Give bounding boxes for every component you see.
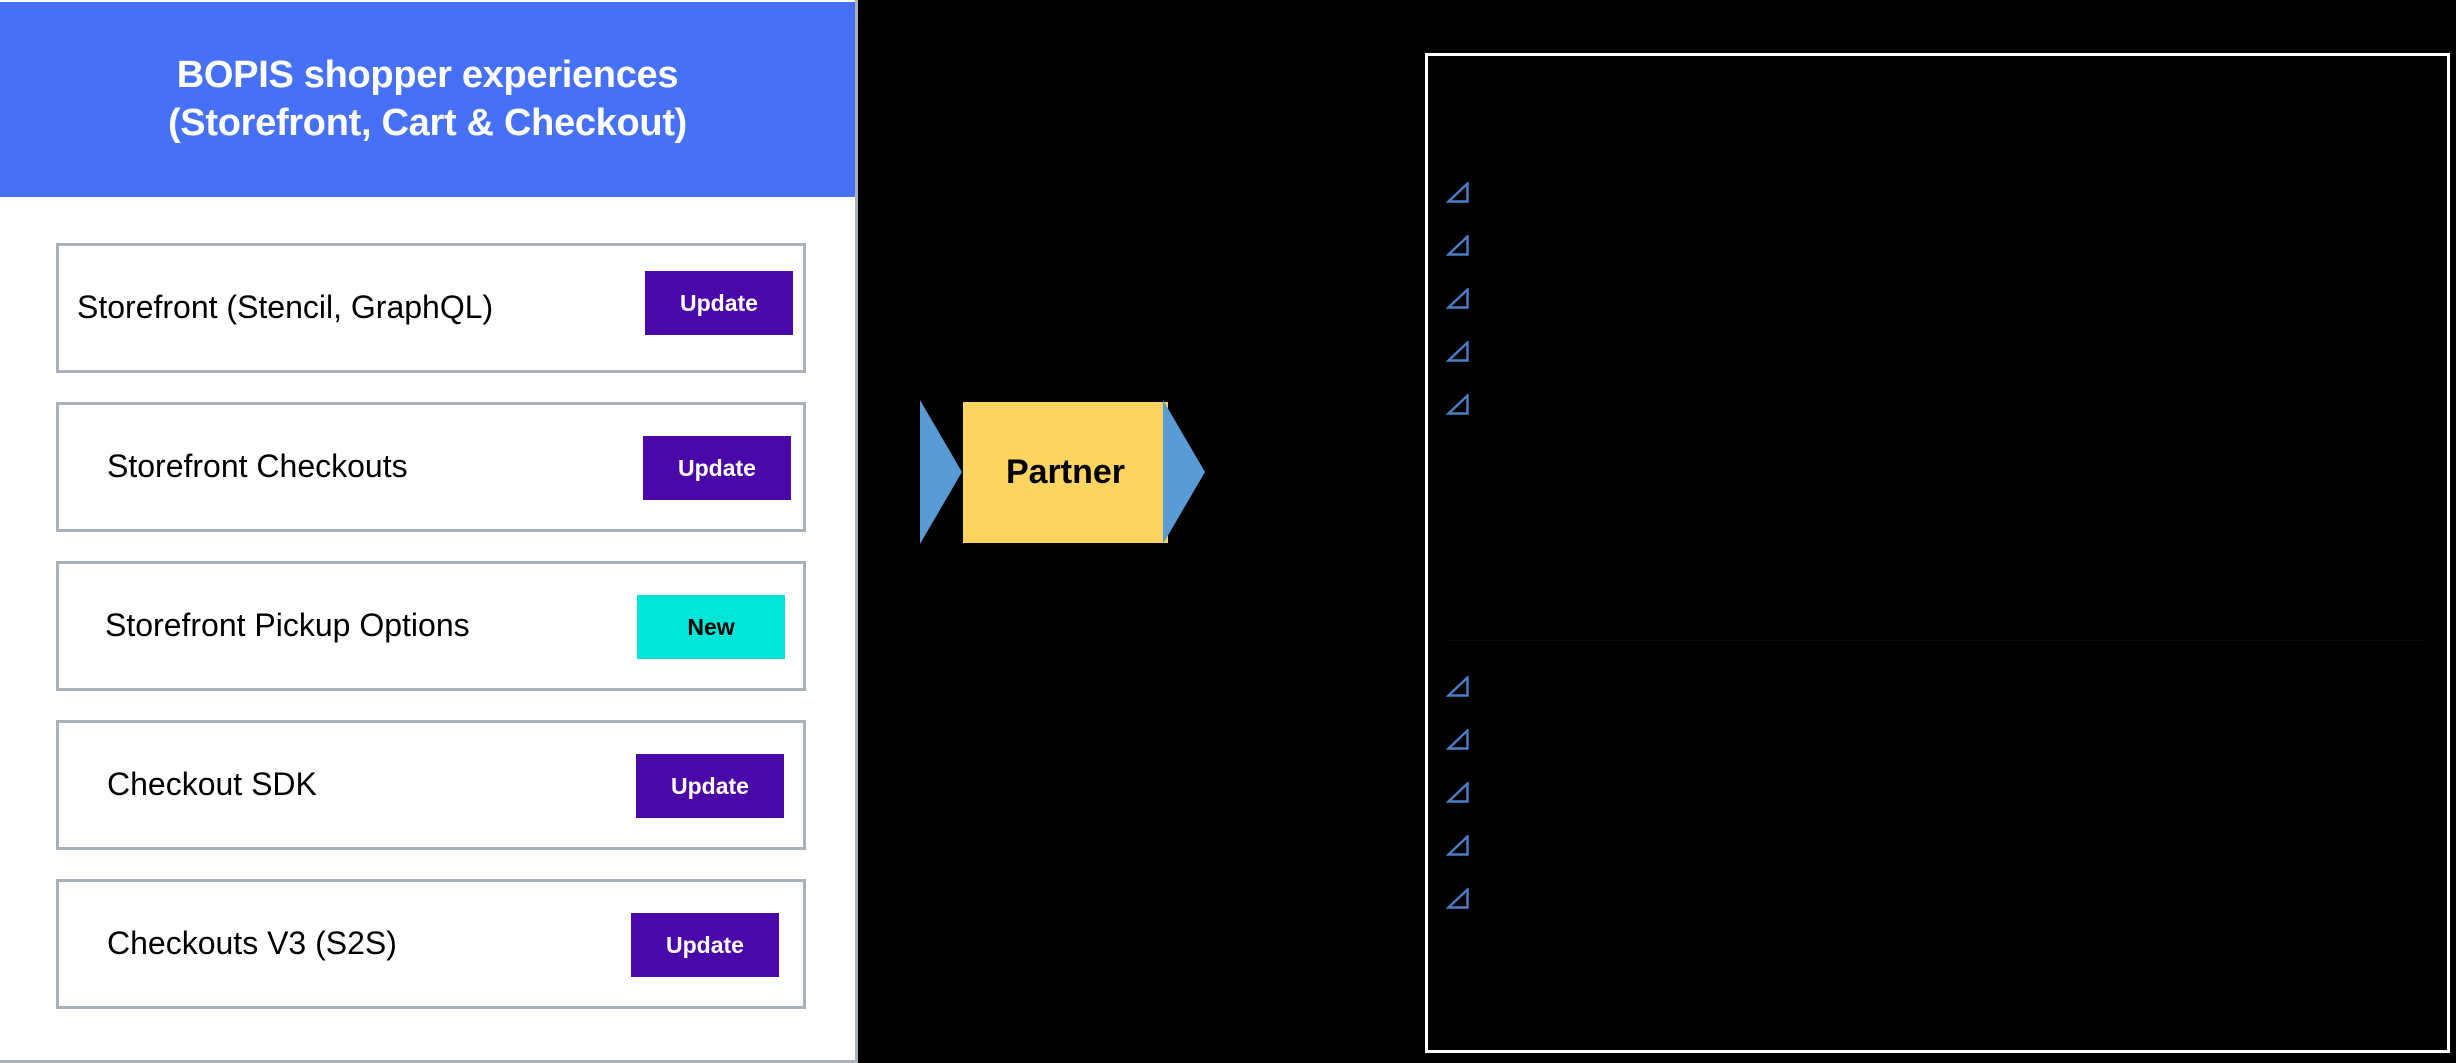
- triangle-outline-icon: [1445, 780, 1470, 804]
- product-card[interactable]: Storefront (Stencil, GraphQL) Update: [56, 243, 806, 373]
- checklist-group-bottom: [1445, 660, 1482, 925]
- middle-flow-band: Partner: [858, 0, 1425, 1063]
- status-badge[interactable]: Update: [636, 754, 784, 818]
- partner-box-label: Partner: [1005, 453, 1126, 491]
- status-badge[interactable]: Update: [643, 436, 791, 500]
- product-card[interactable]: Storefront Checkouts Update: [56, 402, 806, 532]
- triangle-outline-icon: [1445, 674, 1470, 698]
- product-card[interactable]: Storefront Pickup Options New: [56, 561, 806, 691]
- product-card-label: Checkout SDK: [107, 766, 317, 803]
- page-title: BOPIS shopper experiences (Storefront, C…: [167, 54, 688, 144]
- checklist-group-top: [1445, 166, 1482, 431]
- list-item[interactable]: [1445, 660, 1482, 713]
- panel-header: BOPIS shopper experiences (Storefront, C…: [0, 2, 855, 197]
- triangle-outline-icon: [1445, 727, 1470, 751]
- arrow-right-icon: [1163, 400, 1205, 544]
- triangle-outline-icon: [1445, 392, 1470, 416]
- list-item[interactable]: [1445, 378, 1482, 431]
- triangle-outline-icon: [1445, 286, 1470, 310]
- product-card-label: Storefront Checkouts: [107, 448, 408, 485]
- list-item[interactable]: [1445, 272, 1482, 325]
- partner-box[interactable]: Partner: [963, 402, 1168, 543]
- divider: [1446, 640, 2426, 641]
- status-badge[interactable]: Update: [631, 913, 779, 977]
- list-item[interactable]: [1445, 872, 1482, 925]
- product-card-list: Storefront (Stencil, GraphQL) Update Sto…: [56, 243, 806, 1038]
- product-card-label: Checkouts V3 (S2S): [107, 925, 397, 962]
- triangle-outline-icon: [1445, 339, 1470, 363]
- partner-capabilities-panel: [1425, 53, 2450, 1053]
- product-card-label: Storefront (Stencil, GraphQL): [77, 289, 494, 326]
- list-item[interactable]: [1445, 713, 1482, 766]
- status-badge[interactable]: New: [637, 595, 785, 659]
- list-item[interactable]: [1445, 325, 1482, 378]
- product-card[interactable]: Checkout SDK Update: [56, 720, 806, 850]
- triangle-outline-icon: [1445, 886, 1470, 910]
- product-card-label: Storefront Pickup Options: [105, 607, 470, 644]
- triangle-outline-icon: [1445, 233, 1470, 257]
- list-item[interactable]: [1445, 166, 1482, 219]
- status-badge[interactable]: Update: [645, 271, 793, 335]
- triangle-outline-icon: [1445, 833, 1470, 857]
- list-item[interactable]: [1445, 819, 1482, 872]
- triangle-outline-icon: [1445, 180, 1470, 204]
- bopis-shopper-experiences-panel: BOPIS shopper experiences (Storefront, C…: [0, 0, 858, 1063]
- list-item[interactable]: [1445, 766, 1482, 819]
- product-card[interactable]: Checkouts V3 (S2S) Update: [56, 879, 806, 1009]
- list-item[interactable]: [1445, 219, 1482, 272]
- arrow-right-icon: [920, 400, 962, 544]
